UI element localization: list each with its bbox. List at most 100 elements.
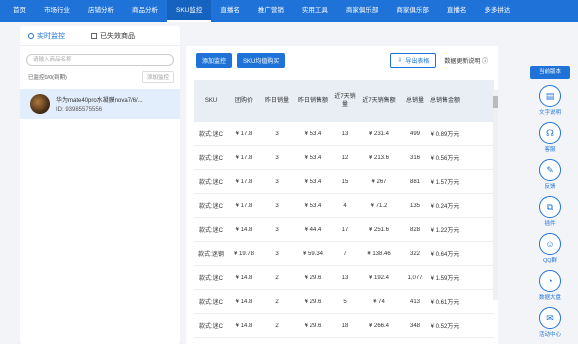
scrollbar-thumb[interactable] <box>493 96 498 108</box>
table-cell: 18 <box>341 322 349 329</box>
add-monitor-button[interactable]: 添加监控 <box>196 52 233 68</box>
list-item[interactable]: 华为mate40pro水凝膜nova7/6/... ID: 9398557555… <box>20 89 180 119</box>
tab-invalid[interactable]: 已失效商品 <box>91 31 135 41</box>
table-cell: ¥ 17.8 <box>235 154 253 161</box>
export-label: 导出表格 <box>405 58 430 65</box>
sidebar-item-label: 反馈 <box>544 184 556 190</box>
header-7d-sales: 近7天销量 <box>334 94 356 108</box>
table-cell: ¥ 0.64万元 <box>430 252 460 258</box>
table-row[interactable]: 款式:迷C ¥ 14.8 2 ¥ 29.6 5 ¥ 74 413 ¥ 0.61万元 <box>194 290 494 314</box>
table-cell: ¥ 14.8 <box>235 226 253 233</box>
table-cell: ¥ 29.6 <box>304 298 322 305</box>
tab-realtime[interactable]: 实时监控 <box>28 31 65 41</box>
table-cell: ¥ 14.8 <box>235 274 253 281</box>
search-input[interactable]: 请输入商品名称 <box>26 54 174 66</box>
sidebar-item-label: 客服 <box>544 147 556 153</box>
table-cell: ¥ 138.46 <box>367 250 391 257</box>
table-scrollbar[interactable] <box>493 90 498 300</box>
table-row[interactable]: 款式:迷C ¥ 14.8 2 ¥ 29.6 13 ¥ 192.4 1,077 ¥ 1.59万元 <box>194 266 494 290</box>
nav-item-product[interactable]: 商品分析 <box>123 0 167 22</box>
add-monitor-small-button[interactable]: 添加监控 <box>141 71 174 83</box>
nav-item-club-2[interactable]: 商家俱乐部 <box>387 0 438 22</box>
nav-item-promotion[interactable]: 推广营销 <box>249 0 293 22</box>
sidebar-item-plugin[interactable]: ⧉ 插件 <box>530 196 570 227</box>
sidebar-item-qq[interactable]: ☺ QQ群 <box>530 233 570 264</box>
table-cell: 348 <box>409 322 420 329</box>
product-thumbnail <box>30 94 50 114</box>
table-cell: ¥ 14.8 <box>235 322 253 329</box>
tab-invalid-label: 已失效商品 <box>100 32 135 40</box>
sidebar-item-label: 文字说明 <box>538 110 561 116</box>
product-id: ID: 93985575556 <box>56 107 103 113</box>
table-cell: 4 <box>343 202 347 209</box>
monitor-count: 已监控0/0(到期) <box>28 75 67 81</box>
product-name: 华为mate40pro水凝膜nova7/6/... <box>56 98 143 104</box>
table-row[interactable]: 款式:迷C ¥ 17.8 3 ¥ 53.4 13 ¥ 231.4 499 ¥ 0.89万元 <box>194 122 494 146</box>
header-yesterday-amount: 昨日销售额 <box>297 98 328 104</box>
sidebar-item-gift[interactable]: ✉ 活动中心 <box>530 307 570 338</box>
table-cell: 13 <box>341 274 349 281</box>
table-cell: 5 <box>343 298 347 305</box>
table-cell: ¥ 17.8 <box>235 202 253 209</box>
table-cell: ¥ 0.89万元 <box>430 132 460 138</box>
table-cell: 款式:迷C <box>198 156 223 162</box>
table-cell: 17 <box>341 226 349 233</box>
table-row[interactable]: 款式:迷C ¥ 17.8 3 ¥ 53.4 4 ¥ 71.2 135 ¥ 0.24万元 <box>194 194 494 218</box>
data-note[interactable]: 数据更新说明 ⓘ <box>444 56 488 65</box>
sidebar-item-doc[interactable]: ▤ 文字说明 <box>530 85 570 116</box>
plugin-icon: ⧉ <box>539 196 561 218</box>
sidebar-item-label: 数据大盘 <box>538 295 561 301</box>
count-row: 已监控0/0(到期) 添加监控 <box>28 71 174 83</box>
nav-item-shop[interactable]: 店铺分析 <box>79 0 123 22</box>
table-row[interactable]: 款式:迷C ¥ 17.8 3 ¥ 53.4 15 ¥ 267 881 ¥ 1.57万元 <box>194 170 494 194</box>
table-cell: 7 <box>343 250 347 257</box>
table-cell: ¥ 251.6 <box>368 226 390 233</box>
table-row[interactable]: 款式:迷C ¥ 14.8 3 ¥ 44.4 17 ¥ 251.6 828 ¥ 1.22万元 <box>194 218 494 242</box>
clock-icon <box>28 32 34 39</box>
nav-item-club-1[interactable]: 商家俱乐部 <box>337 0 388 22</box>
box-icon <box>91 32 97 39</box>
doc-icon: ▤ <box>539 85 561 107</box>
table-cell: 13 <box>341 130 349 137</box>
sidebar-item-headset[interactable]: ☊ 客服 <box>530 122 570 153</box>
table-cell: 881 <box>409 178 420 185</box>
sidebar-item-feedback[interactable]: ✎ 反馈 <box>530 159 570 190</box>
table-cell: 款式:迷C <box>198 132 223 138</box>
table-cell: 499 <box>409 130 420 137</box>
sku-compare-button[interactable]: SKU均值购买 <box>237 52 286 68</box>
table-cell: 3 <box>275 202 279 209</box>
table-row[interactable]: 款式:迷C ¥ 17.8 3 ¥ 53.4 12 ¥ 213.6 316 ¥ 0.56万元 <box>194 146 494 170</box>
chart-icon: ◔ <box>539 270 561 292</box>
table-cell: ¥ 71.2 <box>370 202 388 209</box>
table-cell: 3 <box>275 154 279 161</box>
table-cell: 12 <box>341 154 349 161</box>
export-button[interactable]: ⇩ 导出表格 <box>390 52 437 68</box>
table-cell: ¥ 1.22万元 <box>430 228 460 234</box>
top-nav: 首页 市场行业 店铺分析 商品分析 SKU监控 直播名 推广营销 实用工具 商家… <box>0 0 578 22</box>
table-cell: 3 <box>275 178 279 185</box>
header-yesterday-sales: 昨日销量 <box>264 98 289 104</box>
table-cell: ¥ 19.78 <box>233 250 255 257</box>
table-cell: 款式:迷钢 <box>198 252 224 258</box>
table-cell: ¥ 17.8 <box>235 178 253 185</box>
nav-item-market[interactable]: 市场行业 <box>35 0 79 22</box>
table-cell: ¥ 0.52万元 <box>430 324 460 330</box>
nav-item-live-2[interactable]: 直播名 <box>438 0 476 22</box>
version-badge[interactable]: 当前版本 <box>530 66 570 79</box>
table-cell: ¥ 266.4 <box>368 322 390 329</box>
right-sidebar: 当前版本 ▤ 文字说明 ☊ 客服 ✎ 反馈 ⧉ 插件 ☺ QQ群 ◔ 数据大盘 ✉ 活动中心 <box>530 66 570 338</box>
header-group-price: 团购价 <box>234 98 253 104</box>
nav-item-tools[interactable]: 实用工具 <box>293 0 337 22</box>
tab-realtime-label: 实时监控 <box>37 32 65 40</box>
nav-item-home[interactable]: 首页 <box>4 0 35 22</box>
sidebar-item-chart[interactable]: ◔ 数据大盘 <box>530 270 570 301</box>
table-row[interactable]: 款式:迷C ¥ 14.8 2 ¥ 29.6 18 ¥ 266.4 348 ¥ 0.52万元 <box>194 314 494 338</box>
nav-item-more[interactable]: 多多拼达 <box>475 0 519 22</box>
table-cell: ¥ 267 <box>371 178 387 185</box>
nav-item-live[interactable]: 直播名 <box>211 0 249 22</box>
export-icon: ⇩ <box>397 57 403 64</box>
table-cell: ¥ 29.6 <box>304 274 322 281</box>
nav-item-sku[interactable]: SKU监控 <box>167 0 212 22</box>
table-row[interactable]: 款式:迷钢 ¥ 19.78 3 ¥ 59.34 7 ¥ 138.46 322 ¥ 0.64万元 <box>194 242 494 266</box>
sidebar-item-label: QQ群 <box>542 258 558 264</box>
